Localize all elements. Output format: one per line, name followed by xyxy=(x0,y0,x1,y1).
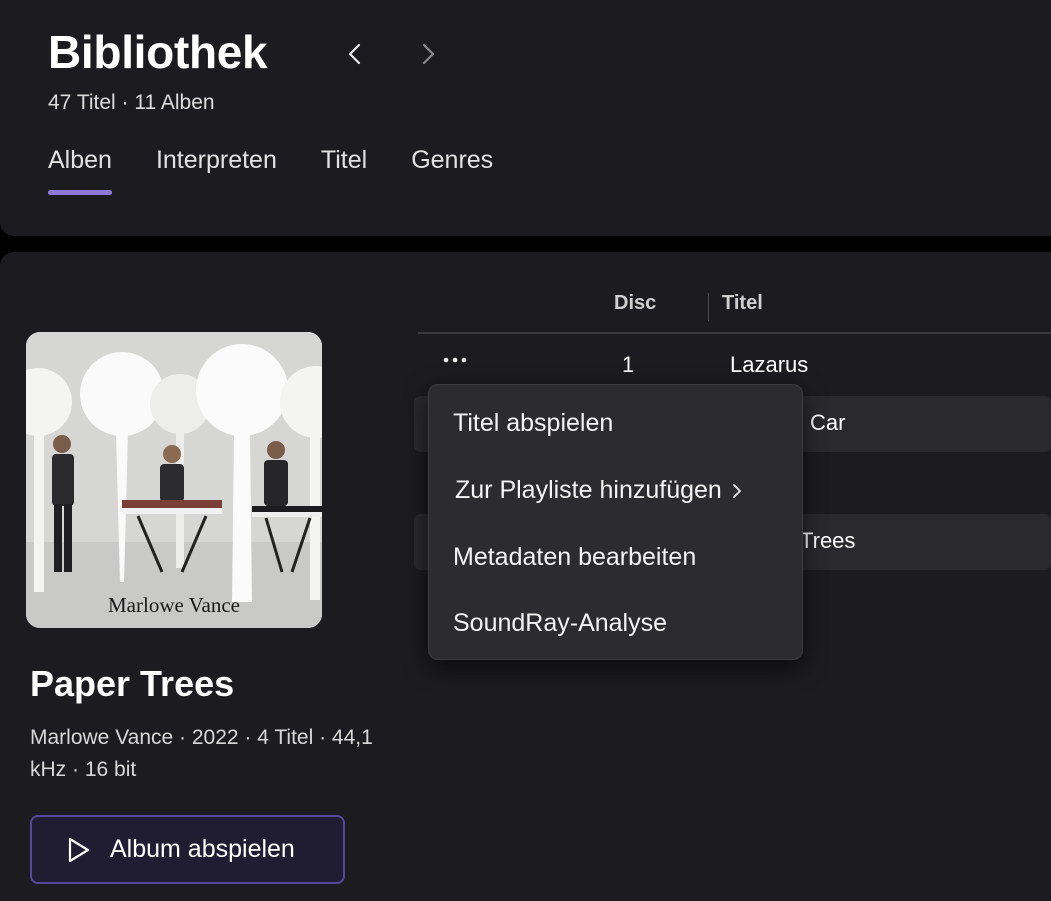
tab-alben[interactable]: Alben xyxy=(48,142,112,195)
column-header-title[interactable]: Titel xyxy=(722,292,763,315)
back-button[interactable] xyxy=(337,36,373,72)
column-header-disc[interactable]: Disc xyxy=(614,292,656,315)
forward-button[interactable] xyxy=(410,36,446,72)
menu-item-edit-metadata[interactable]: Metadaten bearbeiten xyxy=(453,543,696,572)
row-disc: 1 xyxy=(622,352,635,377)
chevron-right-icon xyxy=(730,481,744,501)
menu-item-add-to-playlist[interactable]: Zur Playliste hinzufügen xyxy=(455,476,744,505)
album-cover-artwork xyxy=(26,332,322,628)
column-divider[interactable] xyxy=(708,293,709,321)
menu-item-label: Zur Playliste hinzufügen xyxy=(455,476,722,504)
menu-item-label: Titel abspielen xyxy=(453,409,614,437)
row-title: Car xyxy=(810,410,846,435)
album-cover-caption: Marlowe Vance xyxy=(108,593,240,617)
page-title: Bibliothek xyxy=(48,26,268,78)
tab-genres[interactable]: Genres xyxy=(411,142,493,178)
menu-item-play-track[interactable]: Titel abspielen xyxy=(453,409,613,438)
menu-item-label: Metadaten bearbeiten xyxy=(453,543,697,571)
menu-item-label: SoundRay-Analyse xyxy=(453,609,668,637)
play-album-label: Album abspielen xyxy=(110,835,295,863)
row-title: Trees xyxy=(800,528,856,553)
library-header: Bibliothek 47 Titel · 11 Alben Alben Int… xyxy=(0,0,1051,236)
track-table-header: Disc Titel xyxy=(418,280,1051,334)
row-title: Lazarus xyxy=(730,352,809,377)
track-context-menu: Titel abspielen Zur Playliste hinzufügen… xyxy=(428,384,803,660)
tab-titel[interactable]: Titel xyxy=(321,142,367,178)
library-summary: 47 Titel · 11 Alben xyxy=(48,91,215,114)
chevron-left-icon xyxy=(348,43,361,65)
album-title: Paper Trees xyxy=(30,663,235,704)
album-cover: Marlowe Vance xyxy=(26,332,322,628)
menu-item-soundray-analysis[interactable]: SoundRay-Analyse xyxy=(453,609,667,638)
chevron-right-icon xyxy=(422,43,435,65)
play-album-button[interactable]: Album abspielen xyxy=(30,815,345,884)
play-icon xyxy=(68,837,90,862)
library-tabs: Alben Interpreten Titel Genres xyxy=(48,142,537,195)
row-more-button[interactable] xyxy=(440,348,470,372)
more-horizontal-icon xyxy=(443,357,467,363)
album-meta: Marlowe Vance · 2022 · 4 Titel · 44,1 kH… xyxy=(30,726,373,781)
tab-interpreten[interactable]: Interpreten xyxy=(156,142,277,178)
